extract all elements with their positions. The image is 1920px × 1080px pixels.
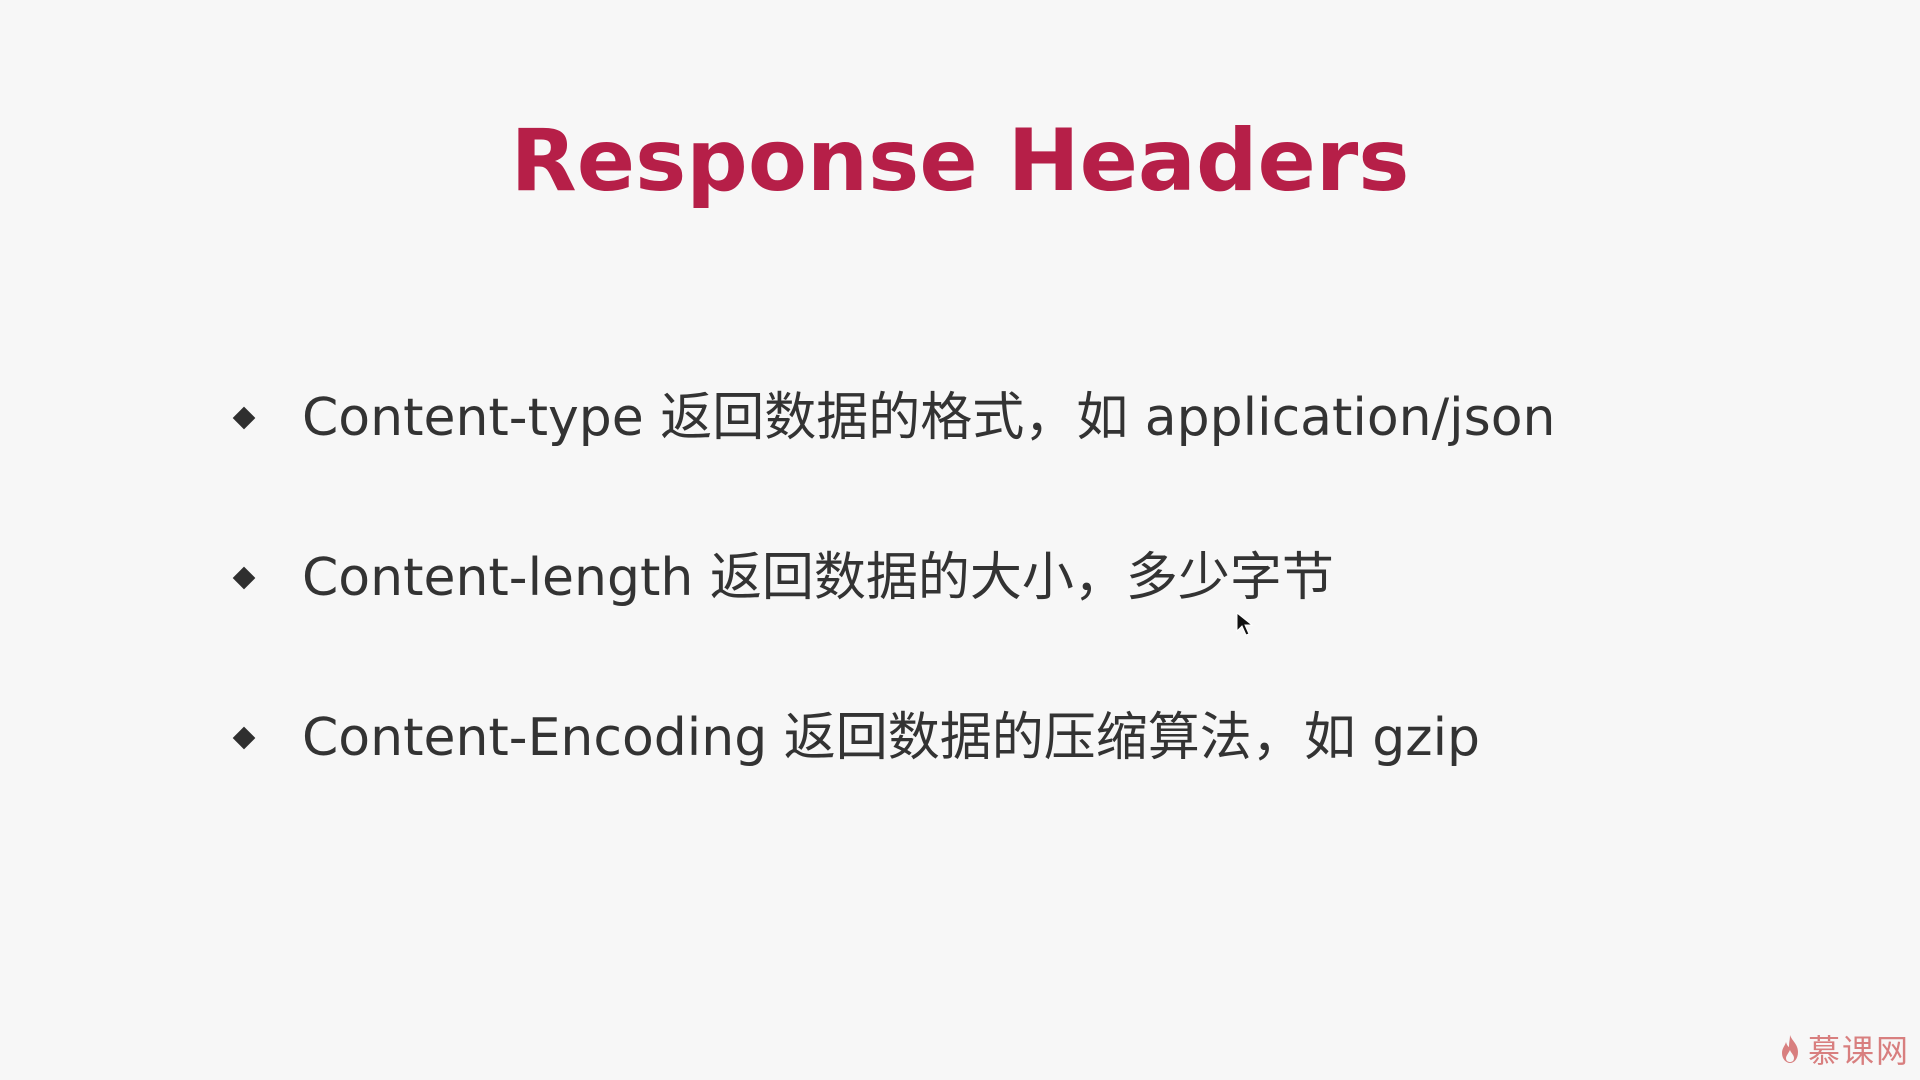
bullet-list: Content-type 返回数据的格式，如 application/json … <box>232 378 1732 858</box>
diamond-bullet-icon <box>232 378 302 458</box>
diamond-bullet-icon <box>232 698 302 778</box>
mouse-pointer-icon <box>1236 612 1254 636</box>
slide-title: Response Headers <box>510 111 1410 211</box>
watermark-text: 慕课网 <box>1807 1032 1910 1070</box>
diamond-bullet-icon <box>232 538 302 618</box>
bullet-text: Content-length 返回数据的大小，多少字节 <box>302 548 1334 608</box>
bullet-item: Content-Encoding 返回数据的压缩算法，如 gzip <box>232 698 1732 858</box>
bullet-item: Content-length 返回数据的大小，多少字节 <box>232 538 1732 698</box>
bullet-text: Content-Encoding 返回数据的压缩算法，如 gzip <box>302 708 1481 768</box>
slide: Response Headers Content-type 返回数据的格式，如 … <box>0 0 1920 1080</box>
watermark-logo: 慕课网 <box>1778 1026 1910 1072</box>
bullet-text: Content-type 返回数据的格式，如 application/json <box>302 388 1556 448</box>
bullet-item: Content-type 返回数据的格式，如 application/json <box>232 378 1732 538</box>
flame-icon <box>1781 1035 1798 1063</box>
